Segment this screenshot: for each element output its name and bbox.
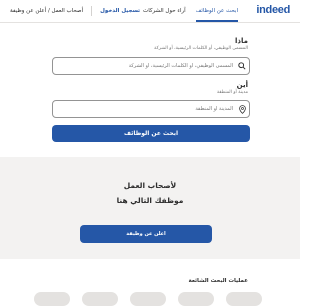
indeed-logo[interactable]: indeed (256, 4, 290, 16)
top-navigation-bar: تسجيل الدخول أصحاب العمل / أعلن عن وظيفة… (0, 0, 300, 23)
tab-find-jobs[interactable]: ابحث عن الوظائف (195, 0, 239, 22)
location-pin-icon (235, 104, 249, 114)
where-label: أين (236, 81, 248, 89)
popular-searches-list (34, 292, 274, 306)
popular-search-chip[interactable] (34, 292, 70, 306)
what-label: ماذا (235, 37, 248, 45)
header-tabs: ابحث عن الوظائف آراء حول الشركات (143, 0, 239, 22)
popular-searches-title: عمليات البحث الشائعة (188, 278, 248, 284)
employers-banner (0, 157, 300, 259)
find-jobs-button[interactable]: ابحث عن الوظائف (52, 125, 250, 142)
popular-search-chip[interactable] (82, 292, 118, 306)
popular-search-chip[interactable] (178, 292, 214, 306)
employers-heading: لأصحاب العمل (123, 181, 177, 190)
where-input[interactable] (53, 106, 235, 112)
tab-company-reviews[interactable]: آراء حول الشركات (143, 0, 186, 22)
what-hint: المسمى الوظيفي، أو الكلمات الرئيسية، أو … (154, 46, 248, 51)
popular-search-chip[interactable] (226, 292, 262, 306)
nav-divider (91, 6, 93, 16)
where-input-box[interactable] (52, 100, 250, 118)
employers-link[interactable]: أصحاب العمل / أعلن عن وظيفة (10, 8, 83, 14)
search-icon (235, 62, 249, 70)
what-section: ماذا المسمى الوظيفي، أو الكلمات الرئيسية… (48, 37, 248, 51)
what-input[interactable] (53, 63, 235, 69)
post-job-button[interactable]: اعلن عن وظيفة (80, 225, 212, 243)
what-input-box[interactable] (52, 57, 250, 75)
popular-search-chip[interactable] (130, 292, 166, 306)
where-section: أين مدينة أو المنطقة (48, 81, 248, 95)
header-secondary-nav: تسجيل الدخول أصحاب العمل / أعلن عن وظيفة (10, 0, 140, 22)
employers-subheading: موظفك التالي هنا (116, 196, 184, 205)
signin-link[interactable]: تسجيل الدخول (100, 8, 140, 14)
where-hint: مدينة أو المنطقة (216, 90, 248, 95)
